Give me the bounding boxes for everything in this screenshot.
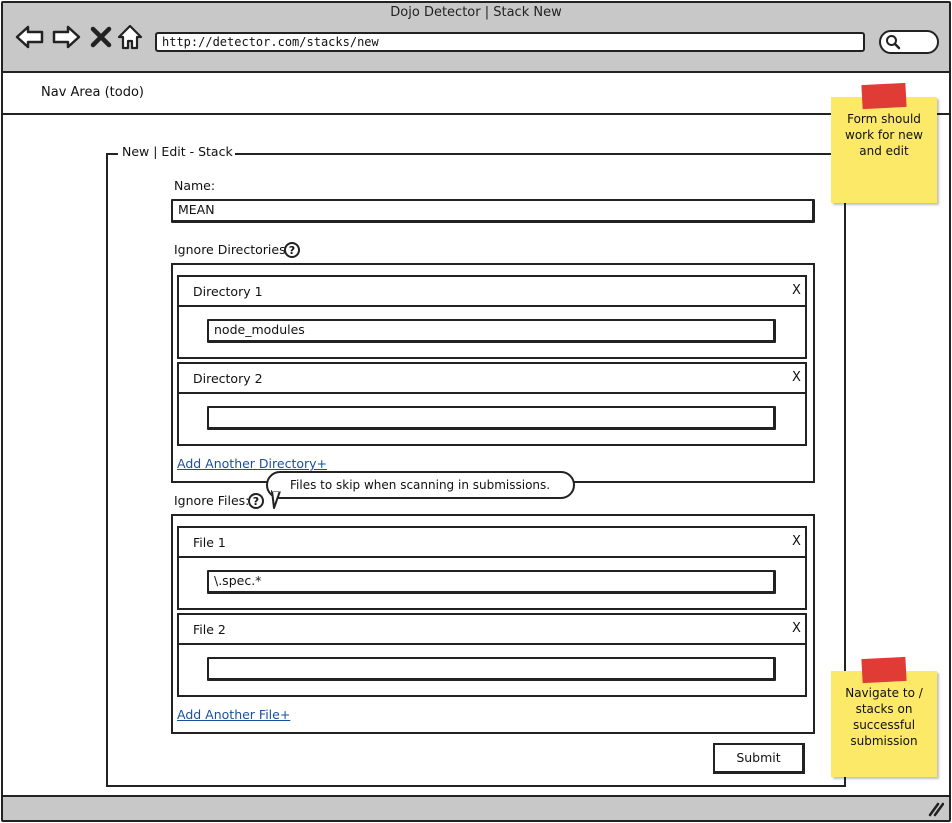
sticky-note-text: Navigate to / stacks on successful submi…	[845, 686, 923, 748]
add-file-link[interactable]: Add Another File+	[177, 707, 290, 722]
name-input[interactable]: MEAN	[171, 199, 815, 223]
remove-file-button[interactable]: X	[792, 621, 801, 636]
directory-panel-header: Directory 1 X	[177, 275, 807, 307]
search-field[interactable]	[879, 30, 939, 54]
ignore-directories-label: Ignore Directories:	[174, 242, 290, 257]
fieldset-border	[106, 153, 118, 155]
remove-directory-button[interactable]: X	[792, 283, 801, 298]
search-icon	[885, 34, 901, 54]
sticky-note-top: Form should work for new and edit	[831, 97, 937, 203]
directory-input[interactable]: node_modules	[207, 319, 776, 343]
file-panel-header: File 2 X	[177, 613, 807, 645]
home-icon[interactable]	[116, 22, 148, 52]
sticky-tape	[861, 82, 907, 110]
fieldset-border	[231, 153, 846, 155]
directory-input[interactable]	[207, 406, 776, 430]
tooltip-tail	[271, 490, 281, 509]
remove-file-button[interactable]: X	[792, 534, 801, 549]
nav-area-label: Nav Area (todo)	[41, 85, 144, 100]
name-label: Name:	[174, 178, 216, 193]
submit-button[interactable]: Submit	[713, 743, 805, 774]
resize-grip-icon[interactable]	[926, 801, 944, 817]
file-input[interactable]	[207, 657, 776, 681]
directory-panel-title: Directory 1	[193, 284, 263, 299]
status-bar	[3, 795, 949, 820]
file-input[interactable]: \.spec.*	[207, 570, 776, 594]
window-title: Dojo Detector | Stack New	[390, 5, 562, 20]
address-bar[interactable]: http://detector.com/stacks/new	[155, 32, 865, 52]
fieldset-legend: New | Edit - Stack	[120, 144, 235, 159]
nav-area	[3, 75, 949, 115]
sticky-tape	[861, 656, 907, 684]
file-panel-header: File 1 X	[177, 526, 807, 558]
remove-directory-button[interactable]: X	[792, 370, 801, 385]
forward-arrow-icon[interactable]	[50, 22, 82, 52]
file-panel-title: File 2	[193, 622, 226, 637]
back-arrow-icon[interactable]	[14, 22, 46, 52]
add-directory-link[interactable]: Add Another Directory+	[177, 456, 327, 471]
help-icon[interactable]: ?	[284, 242, 300, 258]
ignore-files-label: Ignore Files:	[174, 493, 250, 508]
file-panel-title: File 1	[193, 535, 226, 550]
help-icon[interactable]: ?	[248, 493, 264, 509]
sticky-note-bottom: Navigate to / stacks on successful submi…	[831, 671, 937, 777]
directory-panel-title: Directory 2	[193, 371, 263, 386]
directory-panel-header: Directory 2 X	[177, 362, 807, 394]
sticky-note-text: Form should work for new and edit	[845, 112, 923, 158]
help-tooltip: Files to skip when scanning in submissio…	[266, 471, 575, 499]
